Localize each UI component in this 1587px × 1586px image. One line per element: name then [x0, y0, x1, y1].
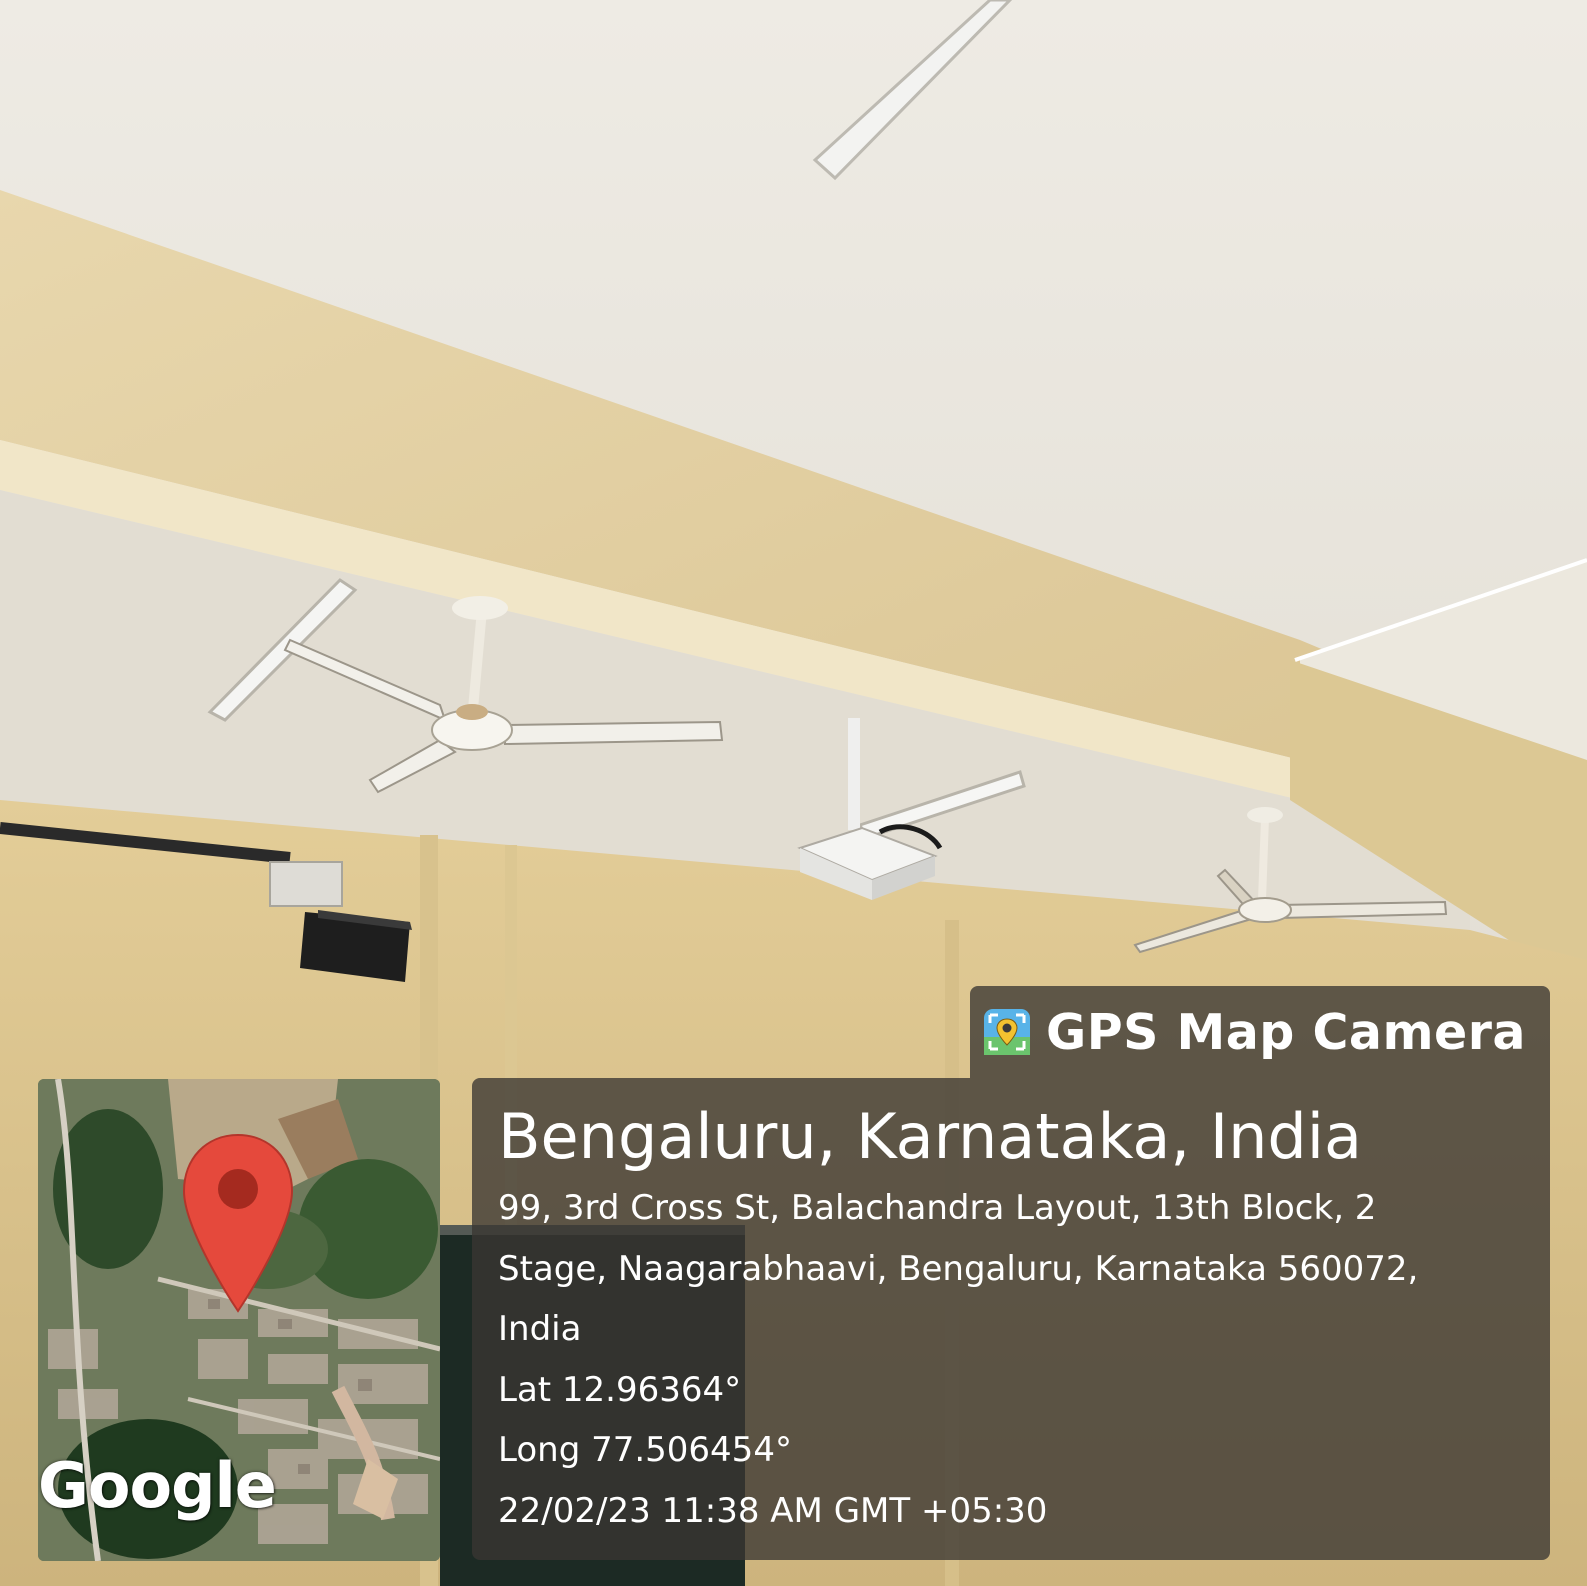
latitude-value: Lat 12.96364°	[498, 1369, 742, 1410]
address-line-2: Stage, Naagarabhaavi, Bengaluru, Karnata…	[498, 1248, 1419, 1289]
app-name: GPS Map Camera	[1046, 1003, 1526, 1061]
google-logo: Google	[38, 1449, 277, 1522]
datetime-value: 22/02/23 11:38 AM GMT +05:30	[498, 1490, 1048, 1531]
place-title: Bengaluru, Karnataka, India	[498, 1100, 1362, 1173]
satellite-map-thumbnail: Google	[38, 1079, 440, 1561]
map-pin-icon	[182, 1133, 294, 1313]
gps-map-camera-icon	[984, 1009, 1030, 1055]
address-line-1: 99, 3rd Cross St, Balachandra Layout, 13…	[498, 1188, 1377, 1228]
app-watermark: GPS Map Camera	[970, 986, 1550, 1078]
address-line-3: India	[498, 1309, 582, 1349]
location-info-panel: Bengaluru, Karnataka, India 99, 3rd Cros…	[472, 1078, 1550, 1560]
photo-scene: GPS Map Camera Bengaluru, Karnataka, Ind…	[0, 0, 1587, 1586]
longitude-value: Long 77.506454°	[498, 1430, 792, 1470]
